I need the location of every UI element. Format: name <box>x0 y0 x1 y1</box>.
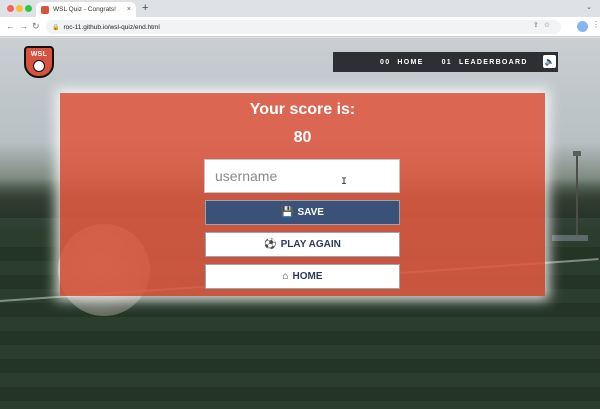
home-icon: ⌂ <box>282 271 289 282</box>
nav-leaderboard-number: 01 <box>441 58 452 66</box>
back-icon[interactable]: ← <box>6 20 15 33</box>
maximize-window-button[interactable] <box>25 5 32 12</box>
username-input[interactable] <box>204 159 400 193</box>
profile-avatar[interactable] <box>577 21 588 32</box>
floppy-disk-icon: 💾 <box>281 207 294 218</box>
browser-tab[interactable]: WSL Quiz - Congrats! × <box>36 2 136 17</box>
background-floodlight <box>576 153 578 238</box>
background-floodlight-head <box>573 151 581 156</box>
nav-home-label: HOME <box>397 58 424 66</box>
top-navigation: 00 HOME 01 LEADERBOARD 🔈 <box>333 52 558 72</box>
tab-close-icon[interactable]: × <box>127 6 131 13</box>
nav-home-number: 00 <box>380 58 391 66</box>
address-bar[interactable]: 🔒 roc-11.github.io/wsl-quiz/end.html ⇪☆ <box>46 20 561 34</box>
logo-text: WSL <box>30 51 48 58</box>
save-button[interactable]: 💾 SAVE <box>205 200 400 225</box>
background-ad-board <box>552 235 588 241</box>
home-button[interactable]: ⌂ HOME <box>205 264 400 289</box>
new-tab-button[interactable]: + <box>142 2 148 15</box>
site-logo[interactable]: WSL <box>24 46 54 78</box>
home-label: HOME <box>292 271 323 282</box>
close-window-button[interactable] <box>7 5 14 12</box>
football-icon <box>33 60 45 72</box>
play-again-label: PLAY AGAIN <box>280 239 341 250</box>
nav-leaderboard-label: LEADERBOARD <box>458 58 528 66</box>
minimize-window-button[interactable] <box>16 5 23 12</box>
result-panel: Your score is: 80 💾 SAVE ⚽ PLAY AGAIN ⌂ … <box>60 93 545 296</box>
favicon-icon <box>41 5 49 14</box>
shield-icon: WSL <box>24 46 54 78</box>
page-viewport: WSL 00 HOME 01 LEADERBOARD 🔈 Your score … <box>0 38 600 409</box>
menu-icon[interactable]: ⋮ <box>592 20 600 29</box>
speaker-icon[interactable]: 🔈 <box>543 55 556 68</box>
forward-icon[interactable]: → <box>19 20 28 33</box>
lock-icon: 🔒 <box>52 24 60 31</box>
reload-icon[interactable]: ↻ <box>32 20 40 33</box>
save-label: SAVE <box>297 207 324 218</box>
url-text: roc-11.github.io/wsl-quiz/end.html <box>63 23 160 31</box>
football-icon: ⚽ <box>264 239 277 250</box>
browser-tab-bar: WSL Quiz - Congrats! × + ⌄ <box>0 0 600 17</box>
score-heading: Your score is: <box>249 101 356 118</box>
text-cursor-icon: I <box>341 177 348 188</box>
share-bookmark-icons[interactable]: ⇪☆ <box>533 21 555 29</box>
score-value: 80 <box>293 129 312 146</box>
tab-title: WSL Quiz - Congrats! <box>53 6 116 13</box>
tab-search-icon[interactable]: ⌄ <box>586 3 592 11</box>
play-again-button[interactable]: ⚽ PLAY AGAIN <box>205 232 400 257</box>
nav-home-link[interactable]: 00 HOME <box>380 59 424 66</box>
browser-toolbar: ← → ↻ 🔒 roc-11.github.io/wsl-quiz/end.ht… <box>0 17 600 37</box>
nav-leaderboard-link[interactable]: 01 LEADERBOARD <box>442 59 528 66</box>
